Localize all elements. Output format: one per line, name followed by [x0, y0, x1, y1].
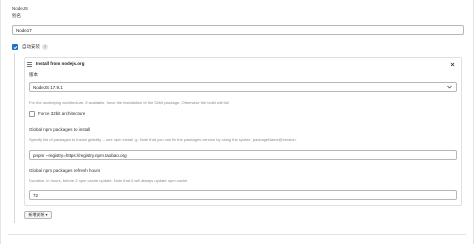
version-select[interactable]: NodeJS 17.9.1 — [29, 82, 457, 92]
tool-title: NodeJS — [12, 6, 29, 11]
global-packages-value: pnpm --registry=https://registry.npm.tao… — [33, 152, 127, 158]
add-installer-label: 新增安装 ▾ — [28, 212, 48, 217]
alias-input-value: Node17 — [16, 27, 32, 33]
version-select-value: NodeJS 17.9.1 — [33, 84, 63, 90]
chevron-down-icon — [447, 85, 452, 89]
alias-input[interactable]: Node17 — [12, 25, 464, 35]
close-icon — [450, 62, 454, 66]
refresh-hours-input[interactable]: 72 — [29, 190, 457, 200]
force-32bit-label: Force 32bit architecture — [38, 111, 86, 116]
force-32bit-checkbox[interactable] — [29, 111, 35, 117]
section-divider — [8, 234, 466, 235]
help-icon-glyph: ? — [43, 44, 47, 49]
installer-title: Install from nodejs.org — [36, 61, 85, 66]
refresh-hours-label: Global npm packages refresh hours — [29, 168, 101, 173]
alias-label: 别名 — [12, 13, 21, 18]
help-icon[interactable]: ? — [42, 44, 48, 50]
arch-help-text: For the underlying architecture, if avai… — [29, 100, 229, 105]
checkmark-icon — [13, 45, 17, 49]
auto-install-label: 自动安装 — [22, 44, 40, 49]
version-label: 版本 — [29, 72, 38, 77]
global-packages-help: Specify list of packages to install glob… — [29, 137, 297, 142]
delete-installer-button[interactable] — [447, 60, 457, 68]
installer-container-rule — [14, 53, 15, 223]
drag-handle-icon[interactable] — [27, 62, 32, 67]
refresh-hours-help: Duration, in hours, before 2 npm cache u… — [29, 178, 188, 183]
refresh-hours-value: 72 — [33, 192, 39, 198]
add-installer-button[interactable]: 新增安装 ▾ — [24, 211, 52, 219]
global-packages-label: Global npm packages to install — [29, 127, 91, 132]
auto-install-checkbox[interactable] — [12, 44, 18, 50]
global-packages-input[interactable]: pnpm --registry=https://registry.npm.tao… — [29, 150, 457, 160]
